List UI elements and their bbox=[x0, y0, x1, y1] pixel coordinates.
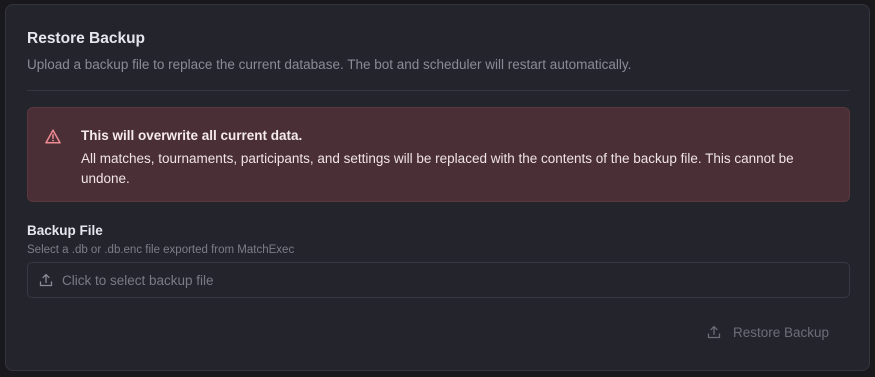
warning-triangle-icon bbox=[45, 129, 61, 144]
restore-backup-button[interactable]: Restore Backup bbox=[697, 318, 837, 348]
backup-file-placeholder: Click to select backup file bbox=[62, 273, 214, 288]
card-title: Restore Backup bbox=[27, 30, 146, 47]
backup-file-hint: Select a .db or .db.enc file exported fr… bbox=[27, 244, 295, 256]
alert-body: All matches, tournaments, participants, … bbox=[81, 151, 794, 186]
restore-backup-label: Restore Backup bbox=[733, 325, 830, 340]
card-subtitle: Upload a backup file to replace the curr… bbox=[27, 57, 632, 72]
upload-icon bbox=[39, 273, 53, 287]
divider bbox=[27, 90, 850, 91]
backup-file-picker[interactable]: Click to select backup file bbox=[27, 262, 850, 298]
upload-icon bbox=[707, 325, 721, 339]
warning-alert: This will overwrite all current data. Al… bbox=[27, 107, 850, 202]
backup-file-label: Backup File bbox=[27, 223, 103, 238]
alert-heading: This will overwrite all current data. bbox=[81, 128, 303, 143]
restore-backup-card: Restore Backup Upload a backup file to r… bbox=[5, 4, 870, 371]
